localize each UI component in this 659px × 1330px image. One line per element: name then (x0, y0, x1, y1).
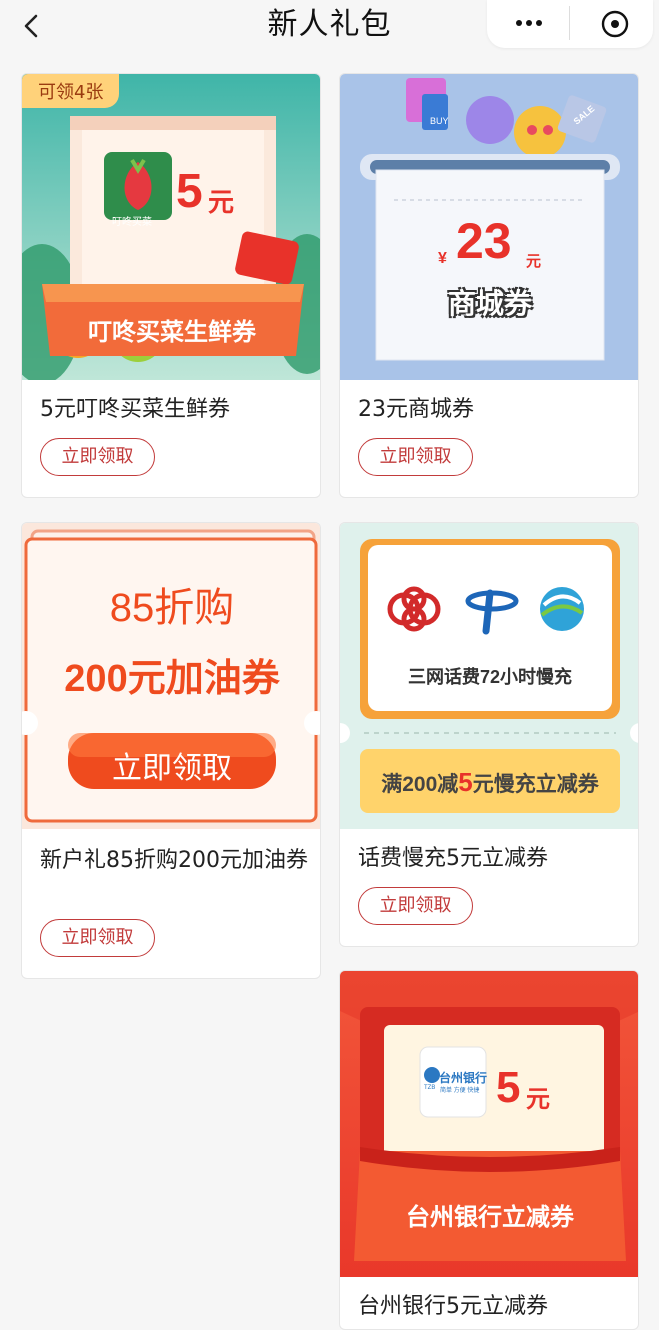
offer-suffix: 元慢充立减券 (472, 773, 599, 796)
coupon-title: 23元商城券 (358, 397, 474, 422)
dingdong-banner: 可领4张 叮咚买菜 5 元 叮咚买菜生鲜券 (22, 74, 320, 380)
coupon-title: 5元叮咚买菜生鲜券 (40, 397, 230, 422)
recharge-banner: 三网话费72小时慢充 满200减5元慢充立减券 (340, 523, 638, 829)
mall-unit: 元 (526, 253, 542, 270)
bank-abbr: TZB (424, 1085, 436, 1091)
recharge-caption: 三网话费72小时慢充 (407, 667, 573, 687)
mini-program-capsule (487, 0, 653, 48)
dingdong-amount: 5 (176, 165, 203, 218)
fuel-cta[interactable]: 立即领取 (68, 743, 276, 787)
capsule-divider (569, 6, 570, 40)
recharge-offer: 满200减5元慢充立减券 (340, 767, 638, 798)
mall-amount: 23 (456, 213, 512, 269)
claim-button[interactable]: 立即领取 (358, 438, 473, 476)
bank-amount: 5 (496, 1063, 521, 1112)
fuel-line1: 85折购 (109, 586, 235, 630)
bank-ribbon-text: 台州银行立减券 (406, 1204, 574, 1231)
mall-banner: BUY SALE ¥ 23 元 商城券 (340, 74, 638, 380)
coupon-card-phone-recharge[interactable]: 三网话费72小时慢充 满200减5元慢充立减券 话费慢充5元立减券 立即领取 (339, 522, 639, 947)
claim-button[interactable]: 立即领取 (40, 919, 155, 957)
offer-prefix: 满200减 (381, 773, 459, 796)
mall-label: 商城券 (447, 288, 532, 319)
mall-currency: ¥ (438, 250, 447, 267)
quantity-tag: 可领4张 (22, 74, 120, 108)
coupon-title: 话费慢充5元立减券 (358, 846, 548, 871)
coupon-card-mall[interactable]: BUY SALE ¥ 23 元 商城券 23元商城券 立即领取 (339, 73, 639, 498)
fuel-line2: 200元加油券 (64, 658, 280, 700)
coupon-card-dingdong[interactable]: 可领4张 叮咚买菜 5 元 叮咚买菜生鲜券 5元叮咚买菜生鲜券 立即领取 (21, 73, 321, 498)
dingdong-brand-label: 叮咚买菜 (112, 217, 152, 228)
more-dots-icon[interactable] (509, 0, 549, 48)
claim-button[interactable]: 立即领取 (358, 887, 473, 925)
buy-sign: BUY (430, 116, 449, 126)
dingdong-unit: 元 (208, 187, 235, 217)
offer-amount: 5 (458, 767, 473, 797)
china-mobile-logo (540, 587, 584, 631)
bank-name: 台州银行 (439, 1071, 488, 1085)
nav-bar: 新人礼包 (0, 0, 659, 70)
coupon-title: 台州银行5元立减券 (358, 1294, 548, 1319)
coupon-card-fuel[interactable]: 85折购 200元加油券 立即领取 新户礼85折购200元加油券 立即领取 (21, 522, 321, 979)
bank-banner: 台州银行 TZB 简单 方便 快捷 5 元 台州银行立减券 (340, 971, 638, 1277)
coupon-card-taizhou-bank[interactable]: 台州银行 TZB 简单 方便 快捷 5 元 台州银行立减券 台州银行5元立减券 (339, 970, 639, 1330)
fuel-banner: 85折购 200元加油券 立即领取 (22, 523, 320, 829)
dingdong-ribbon-text: 叮咚买菜生鲜券 (88, 319, 256, 346)
coupon-title: 新户礼85折购200元加油券 (40, 848, 308, 873)
bank-unit: 元 (526, 1086, 550, 1113)
claim-button[interactable]: 立即领取 (40, 438, 155, 476)
close-circle-icon[interactable] (599, 8, 631, 40)
bank-slogan: 简单 方便 快捷 (440, 1088, 480, 1094)
